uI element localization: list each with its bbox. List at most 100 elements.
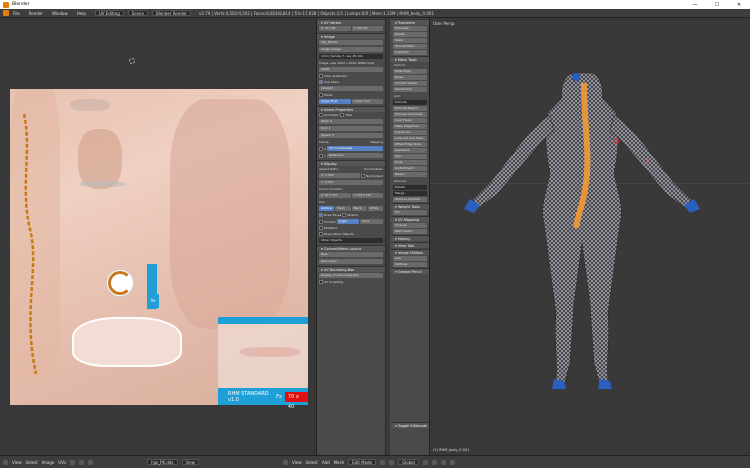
- slide-edge-button[interactable]: Slide Edge: [393, 69, 427, 74]
- bisect-button[interactable]: Bisect: [393, 172, 427, 177]
- uv-menu-select[interactable]: Select: [26, 460, 38, 465]
- panel-toggle-editmode[interactable]: Toggle Editmode: [391, 422, 429, 428]
- transform-orientation-select[interactable]: Global: [398, 459, 419, 465]
- 3d-menu-view[interactable]: View: [292, 460, 302, 465]
- panel-transform[interactable]: Transform: [391, 19, 429, 25]
- unwrap-button[interactable]: Unwrap: [393, 223, 427, 228]
- extrude-region-button[interactable]: Extrude Region: [393, 106, 427, 111]
- aspect-x-field[interactable]: X: 1.000: [319, 173, 360, 178]
- link-button[interactable]: Link: [393, 256, 427, 261]
- pivot-icon[interactable]: [70, 459, 76, 465]
- 3d-menu-mesh[interactable]: Mesh: [334, 460, 345, 465]
- extrude-button[interactable]: Extrude: [393, 100, 427, 105]
- loop-cut-button[interactable]: Loop Cut and Slide: [393, 136, 427, 141]
- rotate-button[interactable]: Rotate: [393, 32, 427, 37]
- image-browse-field[interactable]: hjw_PK.dds: [147, 459, 178, 465]
- close-button[interactable]: ✕: [728, 2, 750, 8]
- fields-checkbox[interactable]: [319, 93, 323, 97]
- noise-button[interactable]: Noise: [393, 75, 427, 80]
- subdivide-button[interactable]: Subdivide: [393, 130, 427, 135]
- display-bounding-box-button[interactable]: Display UV Bounding Box: [319, 273, 383, 278]
- view-mode-select[interactable]: View: [181, 459, 200, 465]
- draw-faces-checkbox[interactable]: [319, 213, 323, 217]
- clamp-x-checkbox[interactable]: [319, 146, 323, 151]
- extrude-individual-button[interactable]: Extrude Individual: [393, 112, 427, 117]
- alpha-mode-select[interactable]: Straight: [319, 86, 383, 91]
- menu-help[interactable]: Help: [77, 11, 86, 16]
- uv-x-field[interactable]: X: 217.85: [319, 26, 351, 31]
- shrink-fatten-button[interactable]: Shrink/Fatten: [393, 44, 427, 49]
- aspect-y-field[interactable]: Y: 1.000: [319, 180, 383, 185]
- knife-button[interactable]: Knife: [393, 160, 427, 165]
- viewport-shading-icon[interactable]: [380, 459, 386, 465]
- new-button[interactable]: New: [319, 252, 383, 257]
- modified-checkbox[interactable]: [319, 226, 323, 230]
- dash-button[interactable]: Dash: [335, 206, 351, 211]
- menu-render[interactable]: Render: [29, 11, 43, 16]
- anim-end-field[interactable]: End: 1: [319, 126, 383, 131]
- edge-select-icon[interactable]: [431, 459, 437, 465]
- render-engine-selector[interactable]: Blender Render: [151, 10, 191, 16]
- panel-uv-mapping[interactable]: UV Mapping: [391, 216, 429, 222]
- panel-view-tool[interactable]: View Tool: [391, 242, 429, 248]
- other-objects-select[interactable]: Other Objects: [319, 238, 383, 243]
- snap-icon[interactable]: [88, 459, 94, 465]
- tiles-checkbox[interactable]: [340, 113, 345, 117]
- upper-first-button[interactable]: Upper First: [319, 99, 351, 104]
- vertex-select-icon[interactable]: [422, 459, 428, 465]
- pivot-point-icon[interactable]: [389, 459, 395, 465]
- duplicate-button[interactable]: Duplicate: [393, 148, 427, 153]
- outline-button[interactable]: Outline: [319, 206, 335, 211]
- lower-first-button[interactable]: Lower First: [351, 99, 383, 104]
- 3d-menu-select[interactable]: Select: [306, 460, 318, 465]
- screen-layout-selector[interactable]: UV Editing: [94, 10, 124, 16]
- scale-button[interactable]: Scale: [393, 38, 427, 43]
- offset-edge-button[interactable]: Offset Edge Slide: [393, 142, 427, 147]
- merge-button[interactable]: Merge: [393, 191, 427, 196]
- uv-coordinates-button[interactable]: UV Coordinates: [327, 146, 383, 151]
- editor-type-icon[interactable]: [3, 10, 9, 16]
- delete-button[interactable]: Delete: [393, 185, 427, 190]
- image-name-field[interactable]: hjw_PK-dds: [319, 40, 383, 45]
- push-pull-button[interactable]: Push/Pull: [393, 50, 427, 55]
- sync-icon[interactable]: [79, 459, 85, 465]
- knife-project-button[interactable]: Knife Project: [393, 166, 427, 171]
- remove-doubles-button[interactable]: Remove Doubles: [393, 197, 427, 202]
- uv-image-editor[interactable]: Ax RHM STANDARD v1.0 Fx 70 x 40: [0, 18, 317, 455]
- minimize-button[interactable]: —: [684, 2, 706, 8]
- maximize-button[interactable]: ☐: [706, 2, 728, 8]
- angle-button[interactable]: Angle: [336, 219, 360, 224]
- cursor-x-field[interactable]: X: 617.747: [319, 193, 351, 198]
- panel-history[interactable]: History: [391, 235, 429, 241]
- cursor-y-field[interactable]: Y: 1017.479: [351, 193, 383, 198]
- face-pin-button[interactable]: Pin: [393, 210, 427, 215]
- smooth-checkbox[interactable]: [319, 219, 323, 224]
- randomize-button[interactable]: Randomize: [393, 87, 427, 92]
- animation-checkbox[interactable]: [319, 113, 323, 117]
- smooth-vertex-button[interactable]: Smooth Vertex: [393, 81, 427, 86]
- panel-grease-pencil[interactable]: Grease Pencil: [391, 268, 429, 274]
- area-button[interactable]: Area: [360, 219, 384, 224]
- scene-selector[interactable]: Scene: [127, 10, 148, 16]
- menu-window[interactable]: Window: [52, 11, 68, 16]
- image-editor-type-icon[interactable]: [3, 459, 8, 465]
- interaction-mode-select[interactable]: Edit Mode: [348, 459, 377, 465]
- normalized-checkbox[interactable]: [360, 173, 365, 178]
- make-edge-face-button[interactable]: Make Edge/Face: [393, 124, 427, 129]
- view-as-render-checkbox[interactable]: [319, 74, 323, 78]
- new-layer-button[interactable]: New Layer: [319, 259, 383, 264]
- mesh-body[interactable]: [460, 63, 740, 403]
- snap-toggle-icon[interactable]: [449, 459, 455, 465]
- black-button[interactable]: Black: [351, 206, 367, 211]
- uv-menu-view[interactable]: View: [12, 460, 22, 465]
- color-space-select[interactable]: sRGB: [319, 67, 383, 72]
- filepath-field[interactable]: //rhm_female_T...lee_PK.dds: [319, 54, 383, 59]
- 3d-menu-add[interactable]: Add: [322, 460, 330, 465]
- uv-menu-image[interactable]: Image: [42, 460, 55, 465]
- spin-button[interactable]: Spin: [393, 154, 427, 159]
- panel-weight-tools[interactable]: Weight Tools: [391, 203, 429, 209]
- translate-button[interactable]: Translate: [393, 26, 427, 31]
- 3d-viewport[interactable]: User Persp (1) RHM_body_0.001: [430, 18, 750, 455]
- tool-tabs[interactable]: [386, 18, 390, 455]
- panel-image-utilities[interactable]: Image Utilities: [391, 249, 429, 255]
